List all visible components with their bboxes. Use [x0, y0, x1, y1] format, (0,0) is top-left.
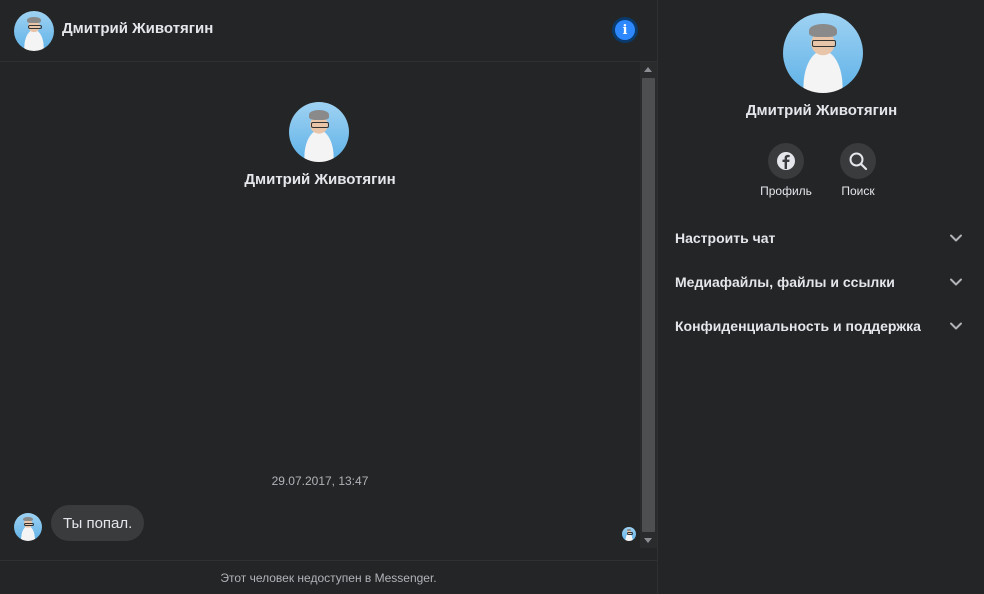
scrollbar[interactable] — [640, 62, 657, 548]
scroll-down-arrow-icon[interactable] — [644, 538, 652, 543]
section-media-files-links[interactable]: Медиафайлы, файлы и ссылки — [658, 262, 984, 302]
unavailable-notice: Этот человек недоступен в Messenger. — [0, 560, 657, 594]
search-button[interactable]: Поиск — [828, 143, 888, 198]
message-timestamp: 29.07.2017, 13:47 — [271, 474, 369, 488]
section-customize-chat[interactable]: Настроить чат — [658, 218, 984, 258]
section-label: Настроить чат — [675, 230, 776, 246]
section-privacy-support[interactable]: Конфиденциальность и поддержка — [658, 306, 984, 346]
profile-button[interactable]: Профиль — [756, 143, 816, 198]
chevron-down-icon — [950, 278, 962, 286]
info-sidebar: Дмитрий Животягин Профиль Поиск Настроит… — [657, 0, 984, 594]
scroll-thumb[interactable] — [642, 78, 655, 532]
message-bubble[interactable]: Ты попал. — [51, 505, 145, 541]
intro-name: Дмитрий Животягин — [244, 171, 396, 188]
profile-label: Профиль — [760, 184, 812, 198]
conversation-info-button[interactable]: i — [612, 17, 638, 43]
unavailable-notice-text: Этот человек недоступен в Messenger. — [220, 570, 437, 585]
chat-header: Дмитрий Животягин i — [0, 0, 657, 62]
facebook-icon — [777, 152, 795, 170]
search-icon-circle[interactable] — [840, 143, 876, 179]
chevron-down-icon — [950, 322, 962, 330]
profile-icon-circle[interactable] — [768, 143, 804, 179]
info-icon: i — [615, 20, 635, 40]
sender-avatar[interactable] — [14, 513, 42, 541]
search-label: Поиск — [841, 184, 875, 198]
chevron-down-icon — [950, 234, 962, 242]
search-icon — [849, 152, 868, 171]
contact-name[interactable]: Дмитрий Животягин — [62, 20, 213, 37]
message-text: Ты попал. — [63, 514, 133, 532]
contact-avatar[interactable] — [14, 11, 54, 51]
intro-avatar[interactable] — [289, 102, 349, 162]
chat-panel: Дмитрий Животягин i Дмитрий Животягин 29… — [0, 0, 657, 594]
section-label: Медиафайлы, файлы и ссылки — [675, 274, 895, 290]
sidebar-contact-name: Дмитрий Животягин — [745, 102, 898, 119]
sidebar-avatar[interactable] — [783, 13, 863, 93]
message-list: Дмитрий Животягин 29.07.2017, 13:47 Ты п… — [0, 62, 640, 548]
scroll-up-arrow-icon[interactable] — [644, 67, 652, 72]
section-label: Конфиденциальность и поддержка — [675, 318, 921, 334]
seen-receipt-avatar — [622, 527, 636, 541]
